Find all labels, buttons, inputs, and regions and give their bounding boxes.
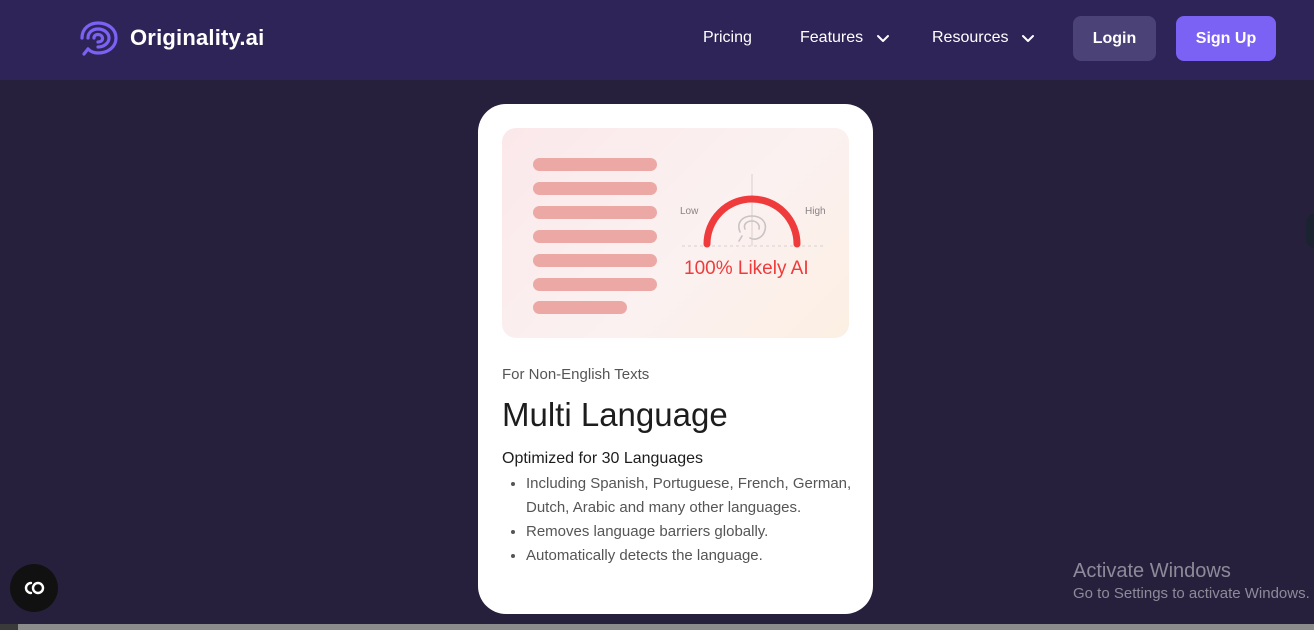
gauge-low-label: Low bbox=[680, 206, 699, 217]
nav-pricing-link[interactable]: Pricing bbox=[703, 29, 752, 47]
detection-result-text: 100% Likely AI bbox=[684, 258, 809, 279]
nav-resources-dropdown[interactable]: Resources bbox=[932, 29, 1036, 47]
chevron-down-icon bbox=[1022, 35, 1035, 42]
accessibility-toggle-button[interactable] bbox=[10, 564, 58, 612]
gauge-high-label: High bbox=[805, 206, 826, 217]
brand-logo[interactable]: Originality.ai bbox=[76, 20, 264, 56]
brain-logo-icon bbox=[80, 21, 118, 56]
nav-resources-label: Resources bbox=[932, 29, 1009, 46]
brand-name: Originality.ai bbox=[130, 25, 265, 50]
feature-bullet-list: Including Spanish, Portuguese, French, G… bbox=[502, 472, 856, 568]
horizontal-scrollbar[interactable] bbox=[0, 624, 1314, 630]
scrollbar-left-arrow[interactable] bbox=[0, 624, 18, 630]
card-eyebrow: For Non-English Texts bbox=[502, 366, 650, 383]
list-item: Removes language barriers globally. bbox=[526, 520, 856, 544]
side-widget-handle[interactable] bbox=[1306, 214, 1314, 248]
accessibility-icon bbox=[24, 581, 45, 595]
activate-windows-title: Activate Windows bbox=[1073, 560, 1231, 582]
activate-windows-subtitle: Go to Settings to activate Windows. bbox=[1073, 585, 1310, 602]
login-button[interactable]: Login bbox=[1073, 16, 1156, 61]
nav-features-label: Features bbox=[800, 29, 864, 46]
illustration-graphic bbox=[533, 158, 824, 314]
chevron-down-icon bbox=[877, 35, 890, 42]
card-subtitle: Optimized for 30 Languages bbox=[502, 450, 704, 467]
feature-card: Low High 100% Likely AI For Non-English … bbox=[478, 104, 873, 614]
card-title: Multi Language bbox=[502, 396, 728, 433]
top-nav: Originality.ai Pricing Features Resource… bbox=[0, 0, 1314, 80]
signup-button[interactable]: Sign Up bbox=[1176, 16, 1276, 61]
nav-features-dropdown[interactable]: Features bbox=[800, 29, 891, 47]
ai-detection-illustration: Low High 100% Likely AI bbox=[502, 128, 849, 338]
list-item: Including Spanish, Portuguese, French, G… bbox=[526, 472, 856, 520]
list-item: Automatically detects the language. bbox=[526, 544, 856, 568]
